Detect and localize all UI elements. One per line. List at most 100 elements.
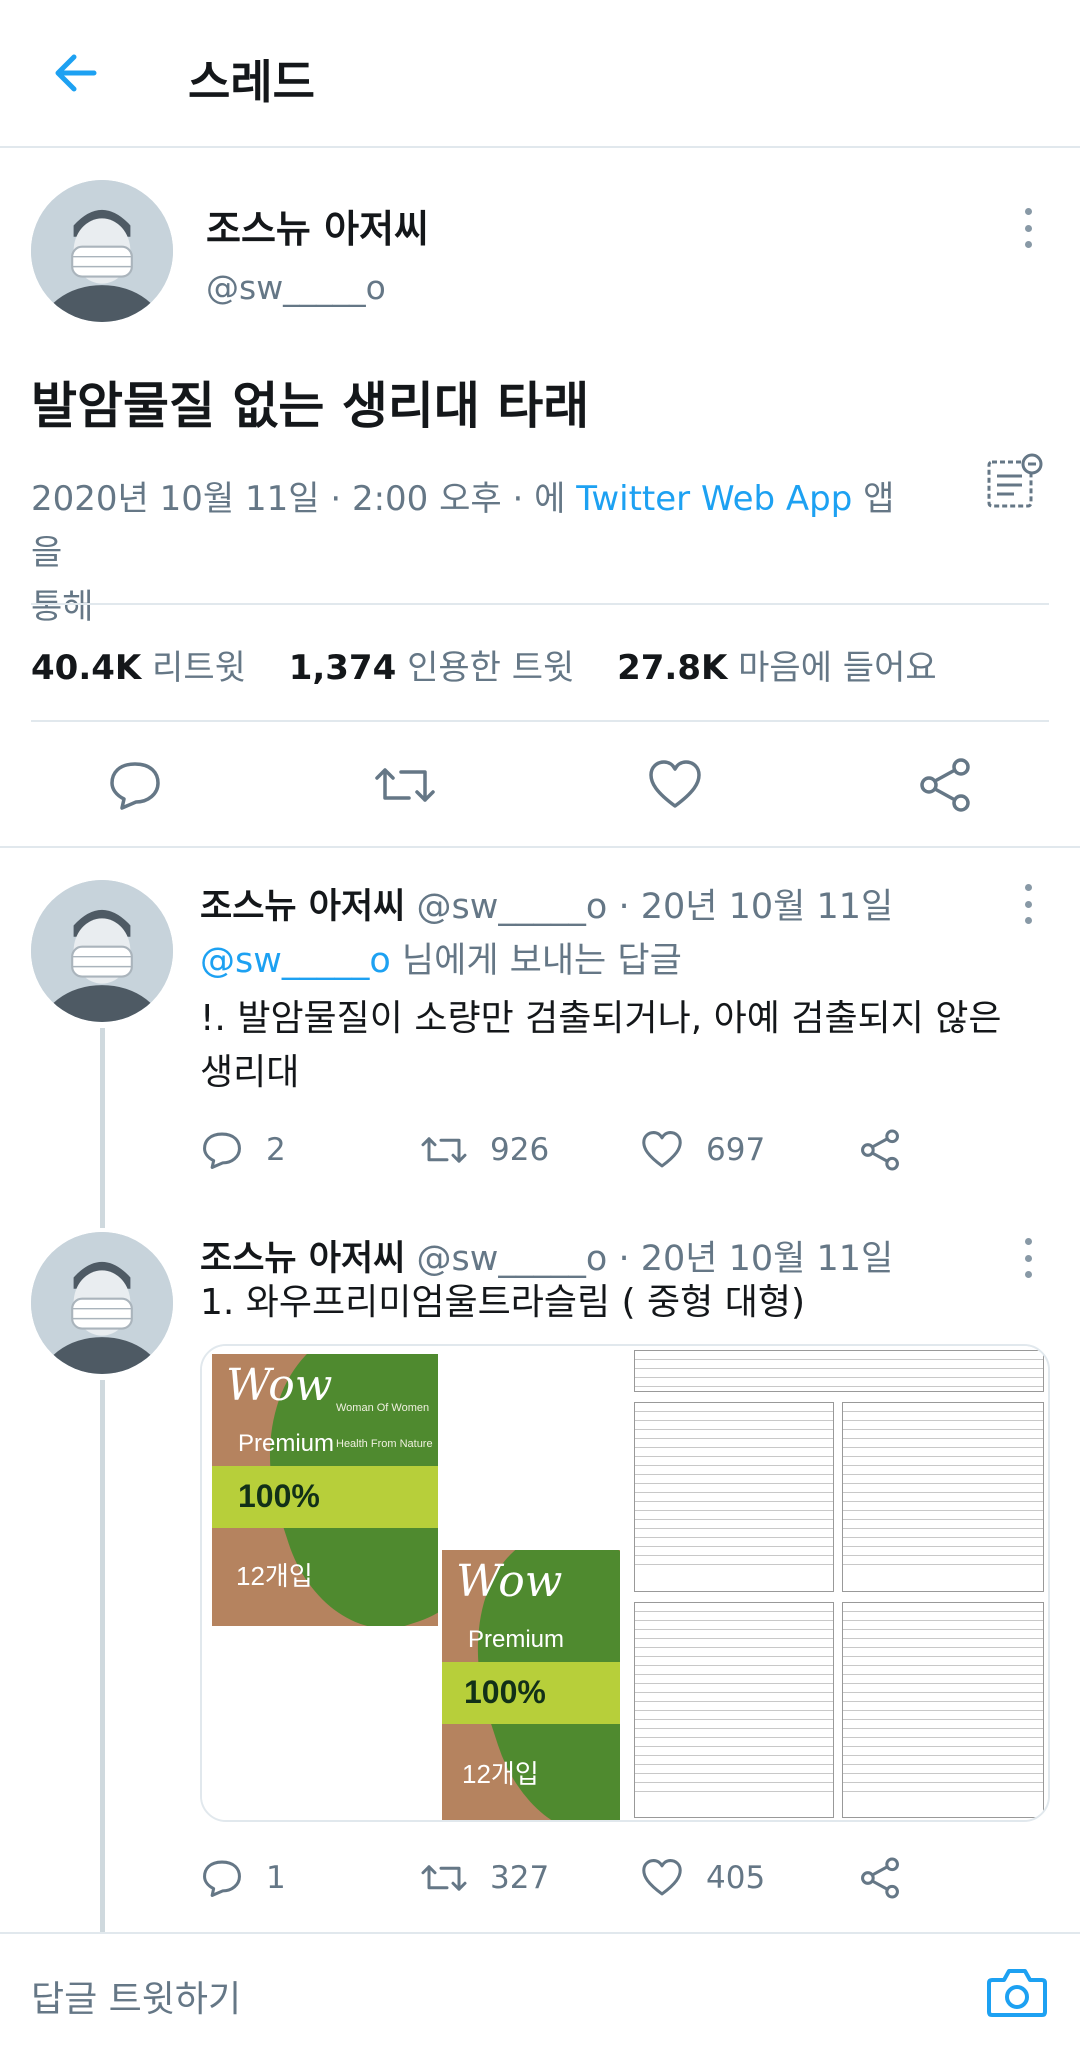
- retweet-icon: [375, 768, 435, 802]
- reply-icon: [110, 762, 160, 810]
- document-header-table: [634, 1350, 1044, 1392]
- sanitary-pad-package: Wow Premium 100% 12개입: [442, 1550, 620, 1820]
- avatar[interactable]: [31, 880, 173, 1022]
- via-suffix-2: 통해: [31, 587, 94, 627]
- reply-count: 2: [266, 1132, 286, 1168]
- document-results-table: [634, 1402, 834, 1592]
- package-count: 12개입: [462, 1759, 539, 1789]
- author-handle[interactable]: @sw_____o: [417, 887, 608, 927]
- like-button[interactable]: [640, 750, 710, 820]
- mention-link[interactable]: @sw_____o: [200, 941, 391, 981]
- reply-compose-input[interactable]: 답글 트윗하기: [31, 1970, 241, 2022]
- retweet-button[interactable]: 926: [420, 1122, 549, 1178]
- avatar[interactable]: [31, 180, 173, 322]
- avatar[interactable]: [31, 1232, 173, 1374]
- like-count: 405: [706, 1860, 766, 1896]
- reply-button[interactable]: 1: [200, 1850, 286, 1906]
- like-stat[interactable]: 27.8K 마음에 들어요: [617, 648, 937, 688]
- like-button[interactable]: 697: [640, 1122, 765, 1178]
- divider: [31, 603, 1049, 605]
- author-name[interactable]: 조스뉴 아저씨: [206, 198, 429, 253]
- tweet-media[interactable]: Wow Woman Of Women Premium Health From N…: [200, 1344, 1050, 1822]
- top-bar: 스레드: [0, 0, 1080, 148]
- reply-text: 1. 와우프리미엄울트라슬림 ( 중형 대형): [200, 1282, 806, 1323]
- test-result-document-image[interactable]: [626, 1346, 1048, 1820]
- divider: [31, 720, 1049, 722]
- tweet-text: 발암물질 없는 생리대 타래: [31, 377, 590, 435]
- share-icon: [861, 1129, 899, 1171]
- package-percent: 100%: [238, 1478, 320, 1514]
- package-line: Premium: [238, 1430, 335, 1457]
- section-divider: [0, 846, 1080, 848]
- more-options-button[interactable]: [1010, 202, 1046, 254]
- thread-connector-line: [100, 1028, 105, 1228]
- via-prefix: 에: [534, 479, 566, 519]
- package-brand: Wow: [226, 1360, 333, 1411]
- masked-person-avatar-image: [31, 180, 173, 322]
- author-name[interactable]: 조스뉴 아저씨: [200, 887, 405, 927]
- author-name[interactable]: 조스뉴 아저씨: [200, 1239, 405, 1279]
- more-dot-icon: [1024, 900, 1032, 908]
- tweet-date: 2020년 10월 11일: [31, 479, 320, 519]
- share-button[interactable]: [910, 750, 980, 820]
- like-count: 697: [706, 1132, 766, 1168]
- reply-count: 1: [266, 1860, 286, 1896]
- more-dot-icon: [1024, 1254, 1032, 1262]
- more-dot-icon: [1024, 917, 1032, 924]
- share-icon: [920, 758, 970, 812]
- thread-connector-line: [100, 1380, 105, 1932]
- sanitary-pad-package: Wow Woman Of Women Premium Health From N…: [212, 1354, 438, 1626]
- source-app-link[interactable]: Twitter Web App: [576, 479, 852, 519]
- page-title: 스레드: [188, 55, 315, 109]
- tweet-stats: 40.4K 리트윗 1,374 인용한 트윗 27.8K 마음에 들어요: [31, 640, 969, 689]
- back-button[interactable]: [42, 40, 108, 106]
- retweet-count: 926: [490, 1132, 550, 1168]
- like-button[interactable]: 405: [640, 1850, 765, 1906]
- reply-compose-bar: 답글 트윗하기: [0, 1932, 1080, 2065]
- document-results-table: [842, 1402, 1044, 1592]
- reply-icon: [203, 1132, 241, 1169]
- more-dot-icon: [1024, 1271, 1032, 1278]
- more-options-button[interactable]: [1010, 878, 1046, 930]
- heart-icon: [642, 1131, 682, 1168]
- retweet-button[interactable]: 327: [420, 1850, 549, 1906]
- document-results-table: [842, 1602, 1044, 1818]
- tweet-time: 2:00 오후: [351, 479, 502, 519]
- tweet-metadata: 2020년 10월 11일 · 2:00 오후 · 에 Twitter Web …: [31, 479, 895, 627]
- reply-date[interactable]: 20년 10월 11일: [641, 887, 893, 927]
- share-button[interactable]: [858, 1850, 902, 1906]
- author-handle[interactable]: @sw_____o: [417, 1239, 608, 1279]
- heart-icon: [642, 1859, 682, 1896]
- arrow-left-icon: [55, 54, 97, 92]
- share-button[interactable]: [858, 1122, 902, 1178]
- more-dot-icon: [1024, 208, 1032, 215]
- more-dot-icon: [1024, 884, 1032, 891]
- reply-button[interactable]: 2: [200, 1122, 286, 1178]
- add-photo-button[interactable]: [984, 1960, 1050, 2026]
- product-photo[interactable]: Wow Woman Of Women Premium Health From N…: [202, 1346, 622, 1820]
- reply-header: 조스뉴 아저씨 @sw_____o · 20년 10월 11일: [200, 1239, 894, 1279]
- reply-button[interactable]: [100, 750, 170, 820]
- masked-person-avatar-image: [31, 1232, 173, 1374]
- reply-icon: [203, 1860, 241, 1897]
- more-dot-icon: [1024, 1238, 1032, 1245]
- tweet-analytics-button[interactable]: [984, 452, 1044, 512]
- more-dot-icon: [1024, 224, 1032, 232]
- camera-icon: [987, 1969, 1047, 2017]
- package-count: 12개입: [236, 1561, 313, 1591]
- package-brand: Wow: [456, 1556, 563, 1607]
- more-dot-icon: [1024, 241, 1032, 248]
- retweet-icon: [421, 1865, 467, 1891]
- masked-person-avatar-image: [31, 880, 173, 1022]
- reply-date[interactable]: 20년 10월 11일: [641, 1239, 893, 1279]
- retweet-button[interactable]: [370, 750, 440, 820]
- retweet-stat[interactable]: 40.4K 리트윗: [31, 648, 246, 688]
- author-handle[interactable]: @sw_____o: [206, 268, 386, 307]
- package-percent: 100%: [464, 1674, 546, 1710]
- quote-stat[interactable]: 1,374 인용한 트윗: [289, 648, 575, 688]
- package-line: Premium: [468, 1626, 565, 1653]
- analytics-icon: [987, 453, 1043, 508]
- retweet-icon: [421, 1137, 467, 1163]
- share-icon: [861, 1857, 899, 1899]
- retweet-count: 327: [490, 1860, 550, 1896]
